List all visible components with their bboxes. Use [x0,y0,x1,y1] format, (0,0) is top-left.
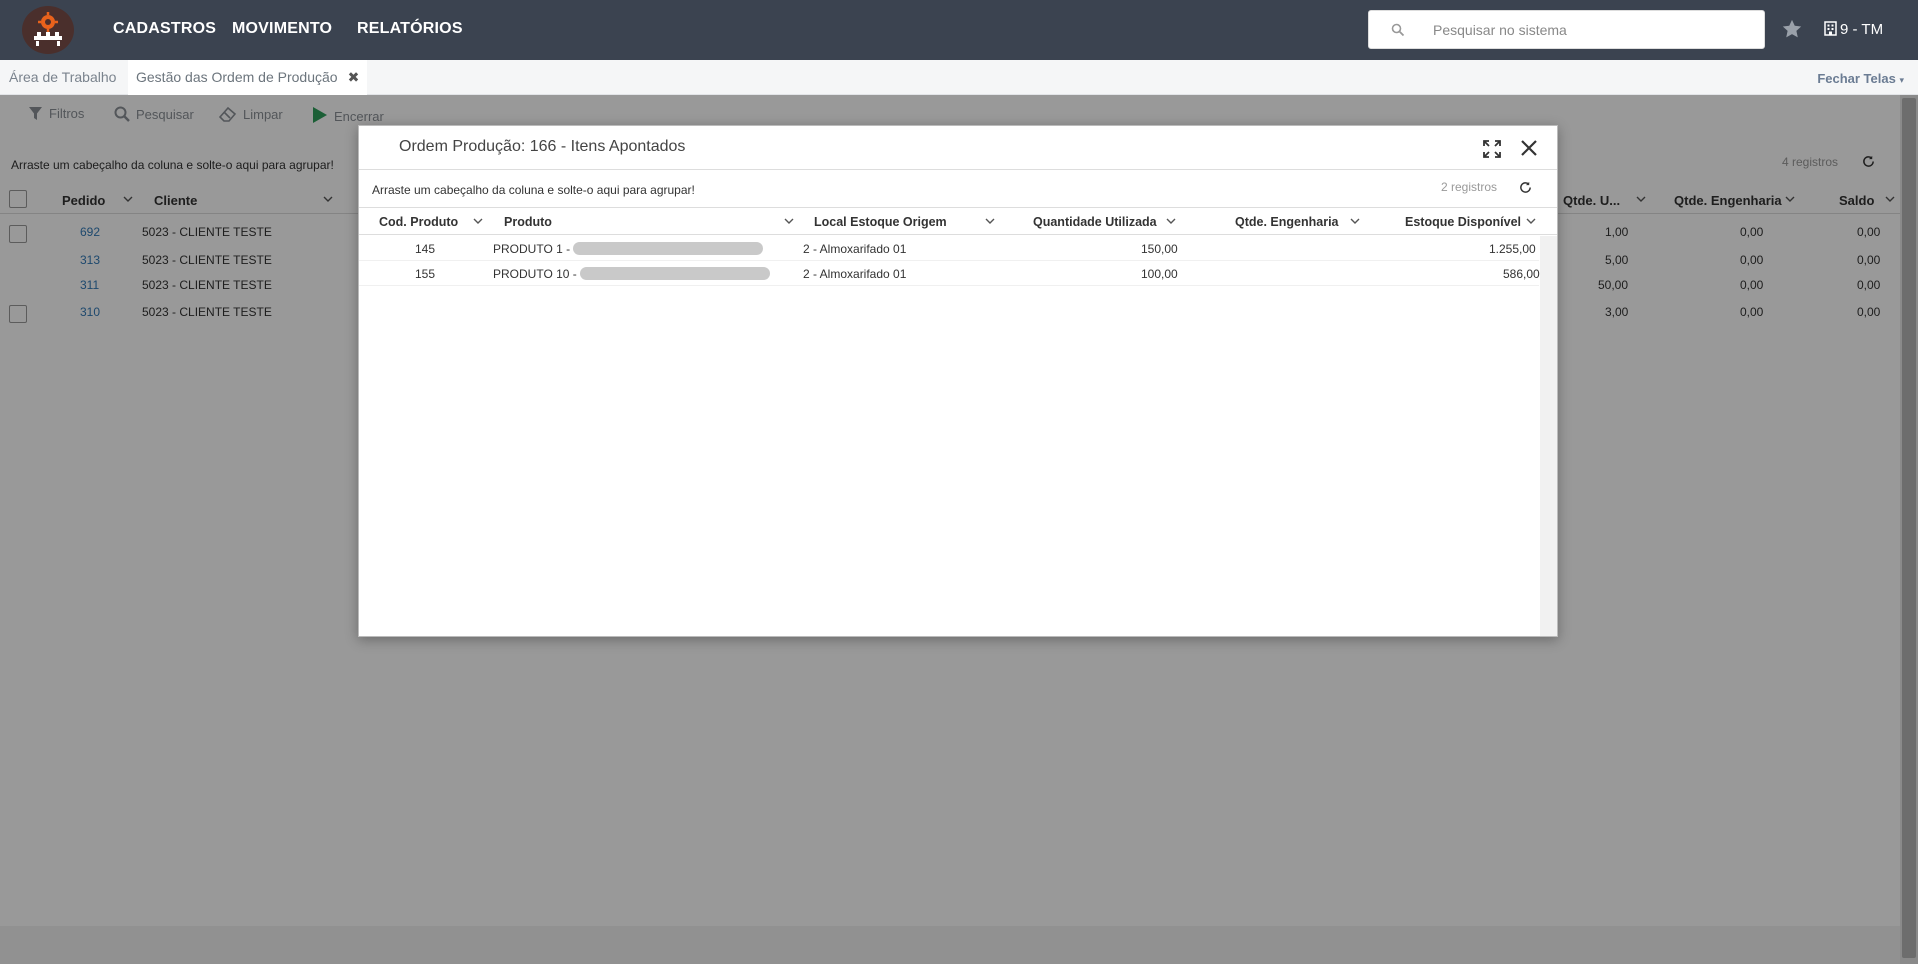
col-local-estoque-origem[interactable]: Local Estoque Origem [814,215,947,229]
chevron-down-icon[interactable] [1350,217,1360,225]
company-selector[interactable]: 9 - TM [1824,21,1883,38]
company-label: 9 - TM [1840,21,1884,38]
top-navbar: CADASTROS MOVIMENTO RELATÓRIOS 9 - TM [0,0,1918,60]
produto-text: PRODUTO 10 - [493,267,581,281]
produto-text: PRODUTO 1 - [493,242,574,256]
refresh-icon[interactable] [1519,181,1532,194]
search-icon [1391,23,1405,37]
modal-grid-scrollbar[interactable] [1540,236,1557,636]
chevron-down-icon[interactable] [784,217,794,225]
cell-cod-produto: 155 [415,267,436,281]
scrollbar-thumb[interactable] [1902,98,1916,958]
col-cod-produto[interactable]: Cod. Produto [379,215,458,229]
modal-grid-header: Cod. Produto Produto Local Estoque Orige… [359,207,1557,235]
cell-local: 2 - Almoxarifado 01 [803,242,907,256]
modal-title: Ordem Produção: 166 - Itens Apontados [399,138,686,155]
cell-cod-produto: 145 [415,242,436,256]
col-produto[interactable]: Produto [504,215,552,229]
chevron-down-icon[interactable] [1526,217,1536,225]
cell-produto: PRODUTO 10 - [493,267,771,281]
nav-cadastros[interactable]: CADASTROS [113,20,216,38]
chevron-down-icon[interactable] [985,217,995,225]
group-by-hint: Arraste um cabeçalho da coluna e solte-o… [372,183,695,197]
logo-icon [34,12,62,46]
tab-area-de-trabalho[interactable]: Área de Trabalho [1,60,124,95]
app-logo[interactable] [22,6,74,54]
nav-movimento[interactable]: MOVIMENTO [232,20,332,38]
cell-produto: PRODUTO 1 - [493,242,764,256]
tab-bar: Área de Trabalho Gestão das Ordem de Pro… [0,60,1918,95]
tab-label: Gestão das Ordem de Produção [136,69,338,85]
close-all-tabs-menu[interactable]: Fechar Telas ▾ [1817,71,1904,86]
records-count: 2 registros [1441,180,1498,194]
col-qtde-engenharia[interactable]: Qtde. Engenharia [1235,215,1339,229]
page-scrollbar[interactable] [1900,95,1918,964]
caret-down-icon: ▾ [1899,75,1904,85]
table-row[interactable]: 155 PRODUTO 10 - 2 - Almoxarifado 01 100… [359,261,1540,286]
maximize-icon[interactable] [1483,140,1501,158]
chevron-down-icon[interactable] [473,217,483,225]
cell-estoque-disponivel: 586,00 [1503,267,1540,281]
cell-estoque-disponivel: 1.255,00 [1489,242,1536,256]
redacted-name [580,267,771,280]
cell-quantidade-utilizada: 100,00 [1141,267,1178,281]
table-row[interactable]: 145 PRODUTO 1 - 2 - Almoxarifado 01 150,… [359,236,1539,261]
chevron-down-icon[interactable] [1166,217,1176,225]
building-icon [1824,21,1837,36]
tab-close-icon[interactable]: ✖ [348,69,360,85]
items-modal: Ordem Produção: 166 - Itens Apontados Ar… [358,125,1558,637]
close-all-label: Fechar Telas [1817,71,1896,86]
nav-relatorios[interactable]: RELATÓRIOS [357,20,463,38]
cell-local: 2 - Almoxarifado 01 [803,267,907,281]
col-quantidade-utilizada[interactable]: Quantidade Utilizada [1033,215,1157,229]
favorites-star-icon[interactable] [1781,18,1803,40]
modal-divider [359,169,1557,170]
redacted-name [573,242,764,255]
system-search[interactable] [1368,10,1765,49]
search-input[interactable] [1433,19,1753,41]
col-estoque-disponivel[interactable]: Estoque Disponível [1405,215,1521,229]
tab-gestao-ordem-producao[interactable]: Gestão das Ordem de Produção ✖ [128,60,368,95]
cell-quantidade-utilizada: 150,00 [1141,242,1178,256]
close-icon[interactable] [1520,139,1538,157]
footer-strip [0,926,1900,964]
